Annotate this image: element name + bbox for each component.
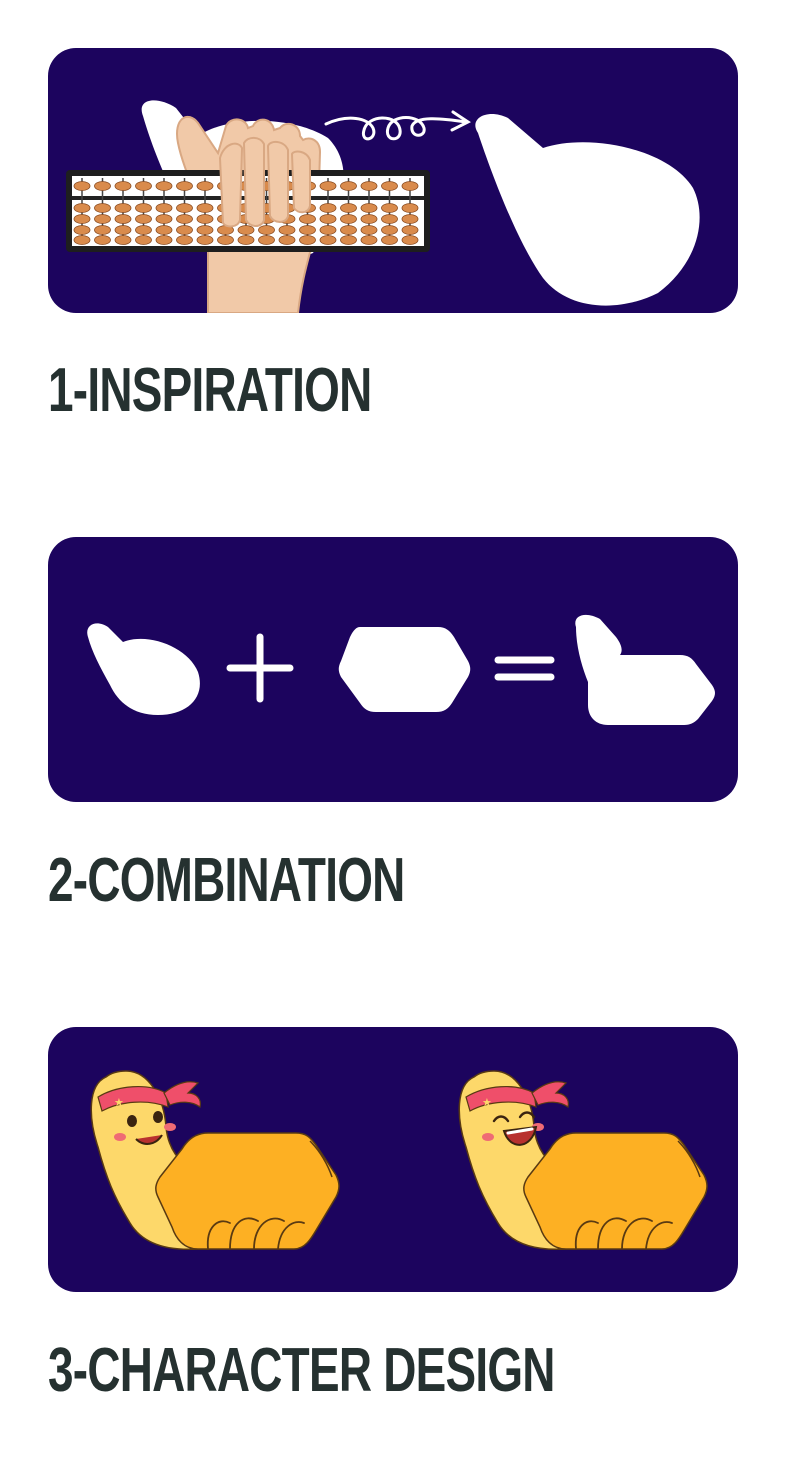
arrow-icon: [324, 110, 471, 141]
abacus-bead: [114, 181, 132, 191]
abacus-bead: [360, 214, 378, 224]
abacus-bead: [135, 181, 152, 191]
abacus-bead: [319, 214, 337, 224]
abacus-bead: [299, 235, 316, 245]
abacus-bead: [340, 235, 357, 245]
abacus-bead: [401, 181, 419, 191]
abacus-bead: [340, 225, 357, 235]
thumb-shape-icon: [87, 623, 200, 715]
abacus-bead: [94, 235, 111, 245]
abacus-bead: [114, 225, 132, 235]
abacus-bead: [401, 225, 419, 235]
abacus-bead: [278, 235, 296, 245]
abacus-bead: [401, 235, 419, 245]
abacus-bead: [360, 225, 378, 235]
abacus-bead: [340, 214, 357, 224]
abacus-bead: [258, 235, 275, 245]
abacus-bead: [176, 225, 193, 235]
abacus-bead: [196, 181, 214, 191]
hexagon-icon: [338, 627, 471, 712]
abacus-bead: [94, 225, 111, 235]
abacus-bead: [155, 235, 173, 245]
combined-shape-icon: [575, 614, 715, 725]
character-illustration: ★: [90, 1070, 708, 1251]
combination-illustration: [87, 614, 715, 725]
abacus-bead: [278, 225, 296, 235]
abacus-bead: [381, 225, 398, 235]
section-title-character-design: 3-CHARACTER DESIGN: [48, 1336, 555, 1405]
abacus-bead: [381, 235, 398, 245]
abacus-bead: [73, 181, 91, 191]
abacus-bead: [114, 235, 132, 245]
abacus-bead: [94, 203, 111, 213]
abacus-bead: [114, 214, 132, 224]
abacus-bead: [94, 214, 111, 224]
abacus-bead: [360, 181, 378, 191]
abacus-bead: [114, 203, 132, 213]
abacus-bead: [196, 203, 214, 213]
mascot-laughing: [458, 1070, 708, 1251]
abacus-bead: [360, 203, 378, 213]
inspiration-illustration: [66, 100, 700, 313]
abacus-bead: [73, 235, 91, 245]
abacus-bead: [237, 225, 255, 235]
abacus-bead: [135, 203, 152, 213]
abacus-bead: [299, 214, 316, 224]
abacus-bead: [73, 203, 91, 213]
abacus-bead: [196, 235, 214, 245]
combination-panel: [48, 537, 738, 802]
abacus-bead: [217, 235, 234, 245]
abacus-bead: [73, 225, 91, 235]
abacus-bead: [135, 214, 152, 224]
abacus-bead: [299, 225, 316, 235]
abacus-bead: [401, 203, 419, 213]
abacus-bead: [381, 203, 398, 213]
abacus-bead: [381, 214, 398, 224]
abacus-bead: [176, 203, 193, 213]
abacus-bead: [73, 214, 91, 224]
abacus-bead: [319, 225, 337, 235]
abacus-bead: [319, 203, 337, 213]
section-title-combination: 2-COMBINATION: [48, 846, 405, 915]
abacus-bead: [155, 203, 173, 213]
abacus-bead: [196, 225, 214, 235]
abacus-bead: [176, 181, 193, 191]
abacus-bead: [176, 214, 193, 224]
abacus-bead: [94, 181, 111, 191]
character-panel: ★: [48, 1027, 738, 1292]
abacus-bead: [155, 225, 173, 235]
abacus-bead: [340, 203, 357, 213]
abacus-bead: [381, 181, 398, 191]
abacus-bead: [155, 214, 173, 224]
abacus-bead: [196, 214, 214, 224]
inspiration-panel: [48, 48, 738, 313]
abacus-bead: [176, 235, 193, 245]
abacus-bead: [319, 181, 337, 191]
thumb-shape-icon: [475, 113, 700, 306]
abacus-bead: [135, 235, 152, 245]
equals-icon: [494, 656, 555, 681]
abacus-bead: [258, 225, 275, 235]
abacus-bead: [340, 181, 357, 191]
abacus-bead: [155, 181, 173, 191]
abacus-bead: [360, 235, 378, 245]
abacus-bead: [401, 214, 419, 224]
mascot-smiling: [90, 1070, 340, 1251]
abacus-bead: [135, 225, 152, 235]
abacus-bead: [237, 235, 255, 245]
abacus-bead: [319, 235, 337, 245]
plus-icon: [226, 633, 294, 703]
section-title-inspiration: 1-INSPIRATION: [48, 356, 372, 425]
